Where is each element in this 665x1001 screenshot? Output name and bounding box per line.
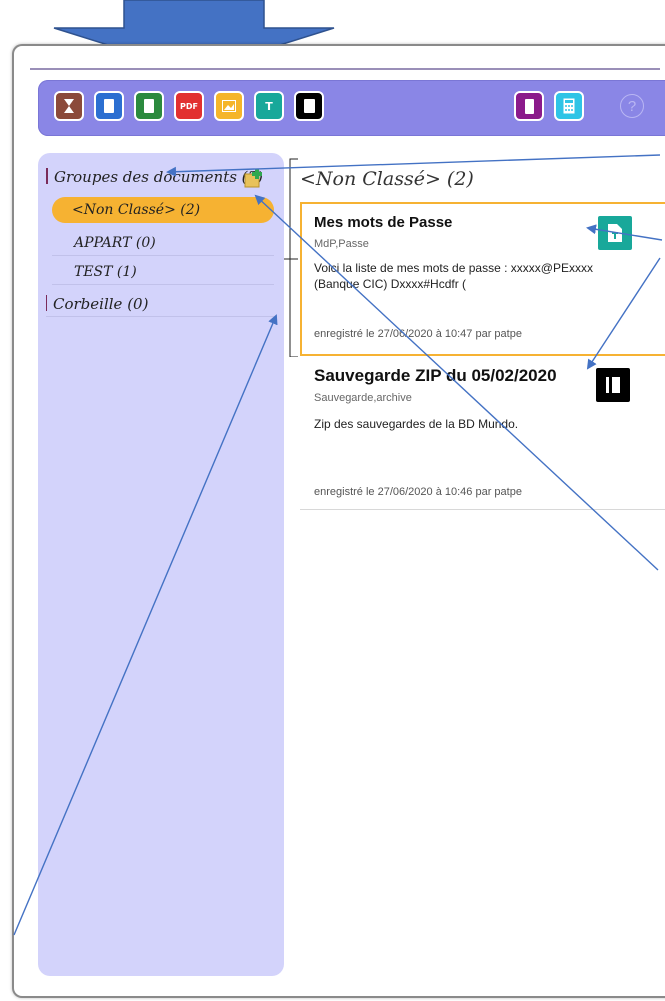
clipboard-icon[interactable] bbox=[514, 91, 544, 121]
pdf-icon[interactable]: PDF bbox=[174, 91, 204, 121]
bracket-annotation bbox=[284, 158, 298, 357]
sidebar-item-appart[interactable]: APPART (0) bbox=[52, 230, 274, 256]
document-tags: MdP,Passe bbox=[314, 238, 369, 250]
document-meta: enregistré le 27/06/2020 à 10:46 par pat… bbox=[314, 486, 522, 498]
document-description: Voici la liste de mes mots de passe : xx… bbox=[314, 261, 593, 291]
document-card[interactable]: Sauvegarde ZIP du 05/02/2020 Sauvegarde,… bbox=[300, 362, 665, 510]
add-group-icon[interactable] bbox=[243, 168, 265, 188]
groups-heading-label: Groupes des documents (3) bbox=[54, 168, 263, 186]
trash-marker bbox=[46, 295, 47, 311]
archive-icon[interactable] bbox=[294, 91, 324, 121]
heading-marker bbox=[46, 168, 48, 184]
calculator-icon[interactable] bbox=[554, 91, 584, 121]
document-title[interactable]: Mes mots de Passe bbox=[314, 214, 452, 231]
document-card[interactable]: Mes mots de Passe MdP,Passe Voici la lis… bbox=[300, 202, 665, 356]
toolbar: PDF T ? bbox=[38, 80, 665, 136]
spreadsheet-icon[interactable] bbox=[134, 91, 164, 121]
archive-icon[interactable] bbox=[596, 368, 630, 402]
sidebar: Groupes des documents (3) <Non Classé> (… bbox=[38, 153, 284, 976]
help-icon[interactable]: ? bbox=[620, 94, 644, 118]
text-document-icon[interactable] bbox=[598, 216, 632, 250]
document-meta: enregistré le 27/06/2020 à 10:47 par pat… bbox=[314, 328, 522, 340]
sidebar-item-trash[interactable]: Corbeille (0) bbox=[46, 291, 276, 317]
trash-label: Corbeille (0) bbox=[53, 295, 149, 313]
text-icon[interactable]: T bbox=[254, 91, 284, 121]
document-icon[interactable] bbox=[94, 91, 124, 121]
page-title: <Non Classé> (2) bbox=[300, 168, 474, 190]
sidebar-item-test[interactable]: TEST (1) bbox=[52, 259, 274, 285]
hourglass-icon[interactable] bbox=[54, 91, 84, 121]
sidebar-item-non-classe[interactable]: <Non Classé> (2) bbox=[52, 197, 274, 223]
divider bbox=[30, 68, 660, 70]
groups-heading[interactable]: Groupes des documents (3) bbox=[46, 165, 276, 189]
image-icon[interactable] bbox=[214, 91, 244, 121]
document-description: Zip des sauvegardes de la BD Mundo. bbox=[314, 417, 519, 431]
document-tags: Sauvegarde,archive bbox=[314, 392, 412, 404]
document-title[interactable]: Sauvegarde ZIP du 05/02/2020 bbox=[314, 366, 557, 386]
